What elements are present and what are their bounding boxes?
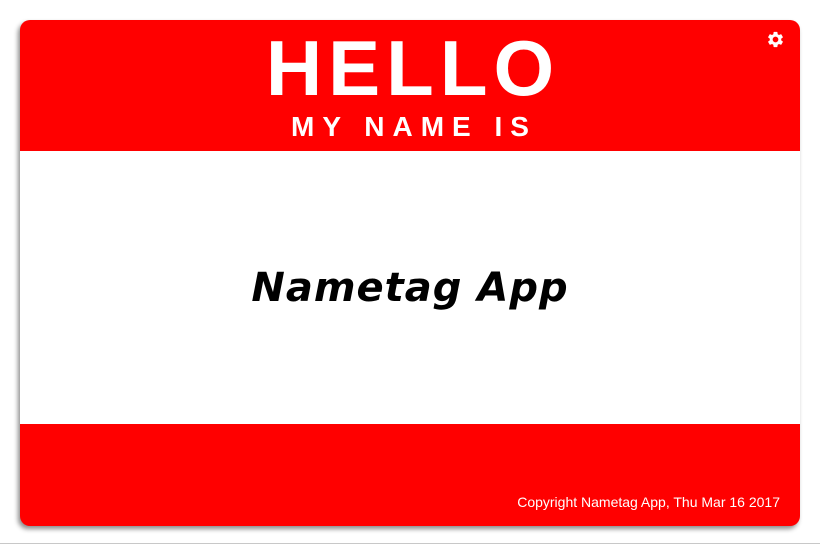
gear-icon[interactable]	[766, 30, 785, 49]
nametag-header: HELLO MY NAME IS	[20, 20, 800, 151]
my-name-is-subheading: MY NAME IS	[291, 111, 537, 142]
copyright-text: Copyright Nametag App, Thu Mar 16 2017	[517, 494, 780, 510]
nametag-footer: Copyright Nametag App, Thu Mar 16 2017	[20, 424, 800, 526]
nametag-card: HELLO MY NAME IS Nametag App Copyright N…	[20, 20, 800, 526]
window-bottom-divider	[0, 543, 820, 544]
name-text: Nametag App	[251, 264, 569, 311]
page: HELLO MY NAME IS Nametag App Copyright N…	[0, 0, 820, 546]
hello-heading: HELLO	[265, 24, 561, 112]
name-area: Nametag App	[20, 151, 800, 424]
